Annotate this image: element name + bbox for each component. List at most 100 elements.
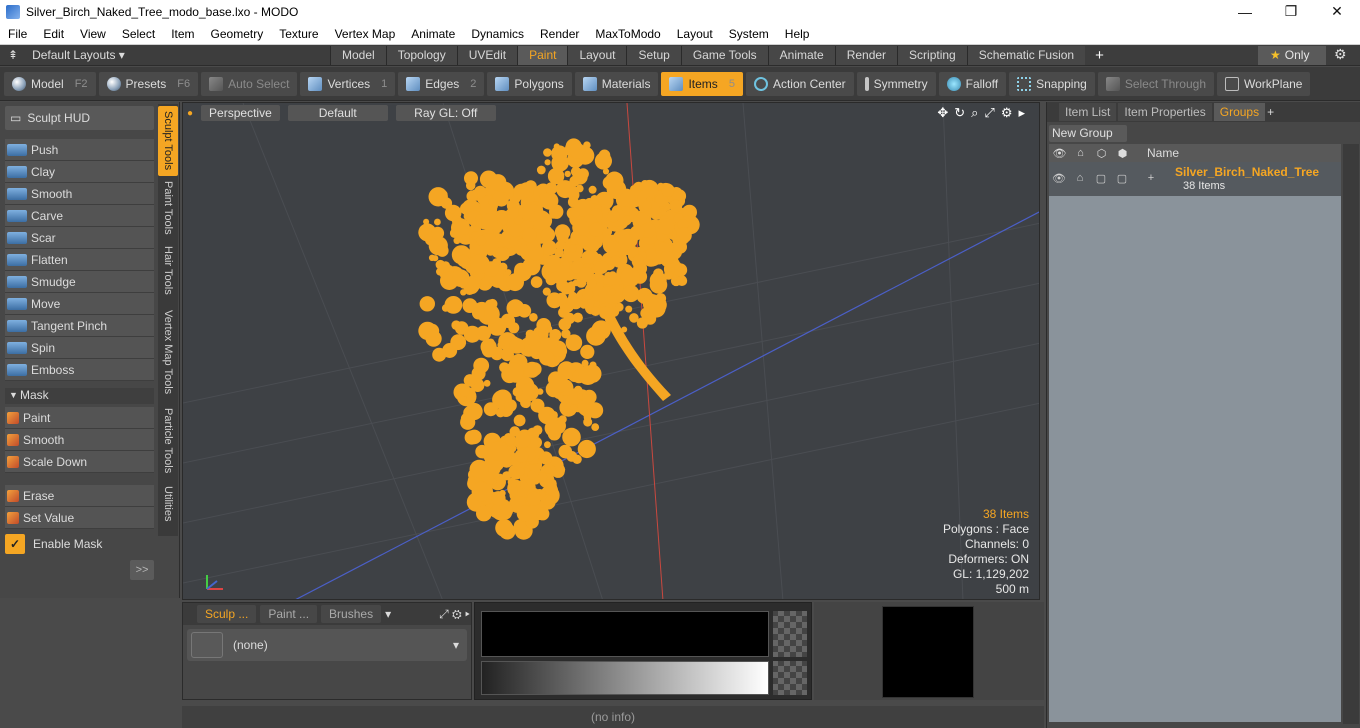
tab-paint-brush[interactable]: Paint ... <box>260 605 318 623</box>
materials-button[interactable]: Materials <box>574 71 659 96</box>
zoom-icon[interactable]: ⌕ <box>971 105 978 121</box>
mask-tool-scale-down[interactable]: Scale Down <box>5 451 154 473</box>
symmetry-button[interactable]: Symmetry <box>856 71 936 96</box>
tab-render[interactable]: Render <box>834 45 898 65</box>
tab-item-list[interactable]: Item List <box>1059 103 1117 121</box>
row-lock-icon[interactable]: ⌂ <box>1070 172 1090 185</box>
expand-button[interactable]: >> <box>130 560 154 580</box>
vertices-button[interactable]: Vertices 1 <box>300 71 396 96</box>
new-group-button[interactable]: New Group <box>1049 125 1127 142</box>
raygl-dropdown[interactable]: Ray GL: Off <box>395 105 496 121</box>
menu-maxtomodo[interactable]: MaxToModo <box>587 27 668 41</box>
maximize-viewport-icon[interactable]: ⤢ <box>984 105 994 121</box>
menu-help[interactable]: Help <box>777 27 818 41</box>
menu-vertex-map[interactable]: Vertex Map <box>327 27 404 41</box>
menu-view[interactable]: View <box>72 27 114 41</box>
tab-animate[interactable]: Animate <box>767 45 835 65</box>
groups-scrollbar[interactable] <box>1343 144 1359 724</box>
gear-icon[interactable]: ⚙ <box>1334 46 1347 63</box>
tab-uvedit[interactable]: UVEdit <box>456 45 518 65</box>
model-button[interactable]: Model F2 <box>4 71 96 96</box>
row-render-icon[interactable]: ▢ <box>1091 172 1111 185</box>
tool-spin[interactable]: Spin <box>5 337 154 359</box>
vtab-hair-tools[interactable]: Hair Tools <box>158 242 178 298</box>
only-toggle[interactable]: ★ Only <box>1258 46 1326 65</box>
add-layout-icon[interactable]: + <box>1085 47 1114 64</box>
tab-topology[interactable]: Topology <box>385 45 457 65</box>
tool-smudge[interactable]: Smudge <box>5 271 154 293</box>
mask-tool-paint[interactable]: Paint <box>5 407 154 429</box>
vtab-vertex-map-tools[interactable]: Vertex Map Tools <box>158 304 178 400</box>
tab-setup[interactable]: Setup <box>626 45 681 65</box>
enable-mask-toggle[interactable]: ✓ Enable Mask <box>5 534 102 554</box>
eye-icon[interactable]: 👁 <box>1049 147 1070 160</box>
menu-select[interactable]: Select <box>114 27 163 41</box>
menu-file[interactable]: File <box>0 27 35 41</box>
rotate-icon[interactable]: ↻ <box>954 105 965 121</box>
snapping-button[interactable]: Snapping <box>1009 71 1095 96</box>
vtab-utilities[interactable]: Utilities <box>158 482 178 526</box>
viewport-more-icon[interactable]: ▸ <box>1018 105 1025 121</box>
shading-dropdown[interactable]: Default <box>287 105 388 121</box>
workplane-button[interactable]: WorkPlane <box>1217 71 1311 96</box>
brush-tabs-dropdown-icon[interactable]: ▾ <box>385 607 391 621</box>
pan-icon[interactable]: ✥ <box>937 105 948 121</box>
render-icon[interactable]: ⬡ <box>1091 147 1112 160</box>
panel-expand-icon[interactable]: ⤢ ⚙ ▸ <box>439 607 470 622</box>
menu-system[interactable]: System <box>721 27 777 41</box>
sculpt-hud-button[interactable]: ▭ Sculpt HUD <box>5 106 154 130</box>
menu-dynamics[interactable]: Dynamics <box>463 27 532 41</box>
tab-game-tools[interactable]: Game Tools <box>680 45 768 65</box>
polygons-button[interactable]: Polygons <box>487 71 572 96</box>
expand-plus-icon[interactable]: + <box>1141 172 1161 185</box>
tab-model[interactable]: Model <box>330 45 386 65</box>
edges-button[interactable]: Edges 2 <box>398 71 485 96</box>
select-icon[interactable]: ⬢ <box>1112 147 1133 160</box>
items-button[interactable]: Items 5 <box>661 71 743 96</box>
group-row[interactable]: 👁 ⌂ ▢ ▢ + Silver_Birch_Naked_Tree 38 Ite… <box>1049 162 1341 196</box>
presets-button[interactable]: Presets F6 <box>98 71 199 96</box>
tool-tangent-pinch[interactable]: Tangent Pinch <box>5 315 154 337</box>
select-through-button[interactable]: Select Through <box>1097 71 1214 96</box>
tool-smooth[interactable]: Smooth <box>5 183 154 205</box>
vtab-paint-tools[interactable]: Paint Tools <box>158 180 178 236</box>
add-tab-icon[interactable]: + <box>1267 105 1274 119</box>
tab-brushes[interactable]: Brushes <box>321 605 382 623</box>
3d-viewport[interactable]: ● Perspective Default Ray GL: Off ✥ ↻ ⌕ … <box>182 102 1040 600</box>
default-layouts-dropdown[interactable]: Default Layouts ▾ <box>32 48 125 62</box>
mask-tool-erase[interactable]: Erase <box>5 485 154 507</box>
viewport-menu-dot-icon[interactable]: ● <box>187 108 193 119</box>
row-select-icon[interactable]: ▢ <box>1112 172 1132 185</box>
falloff-button[interactable]: Falloff <box>938 71 1007 96</box>
tab-layout[interactable]: Layout <box>567 45 627 65</box>
vtab-sculpt-tools[interactable]: Sculpt Tools <box>158 106 178 176</box>
tool-scar[interactable]: Scar <box>5 227 154 249</box>
brush-selector[interactable]: (none) ▾ <box>187 629 467 661</box>
viewport-gear-icon[interactable]: ⚙ <box>1001 105 1013 121</box>
minimize-button[interactable]: — <box>1222 0 1268 23</box>
maximize-button[interactable]: ❐ <box>1268 0 1314 23</box>
tab-paint[interactable]: Paint <box>517 45 568 65</box>
action-center-button[interactable]: Action Center <box>745 71 854 96</box>
tool-clay[interactable]: Clay <box>5 161 154 183</box>
group-name[interactable]: Silver_Birch_Naked_Tree <box>1175 165 1319 179</box>
menu-layout[interactable]: Layout <box>669 27 721 41</box>
tool-carve[interactable]: Carve <box>5 205 154 227</box>
tab-scripting[interactable]: Scripting <box>897 45 967 65</box>
mask-tool-set-value[interactable]: Set Value <box>5 507 154 529</box>
vtab-particle-tools[interactable]: Particle Tools <box>158 406 178 476</box>
close-button[interactable]: ✕ <box>1314 0 1360 23</box>
tool-move[interactable]: Move <box>5 293 154 315</box>
tool-push[interactable]: Push <box>5 139 154 161</box>
menu-texture[interactable]: Texture <box>271 27 326 41</box>
auto-select-button[interactable]: Auto Select <box>201 71 298 96</box>
mask-tool-smooth[interactable]: Smooth <box>5 429 154 451</box>
tool-emboss[interactable]: Emboss <box>5 359 154 381</box>
menu-item[interactable]: Item <box>163 27 202 41</box>
menu-animate[interactable]: Animate <box>403 27 463 41</box>
view-dropdown[interactable]: Perspective <box>201 105 280 121</box>
menu-edit[interactable]: Edit <box>35 27 72 41</box>
menu-geometry[interactable]: Geometry <box>203 27 272 41</box>
row-eye-icon[interactable]: 👁 <box>1049 172 1069 185</box>
layout-collapse-icon[interactable]: ⇞ <box>8 48 18 62</box>
